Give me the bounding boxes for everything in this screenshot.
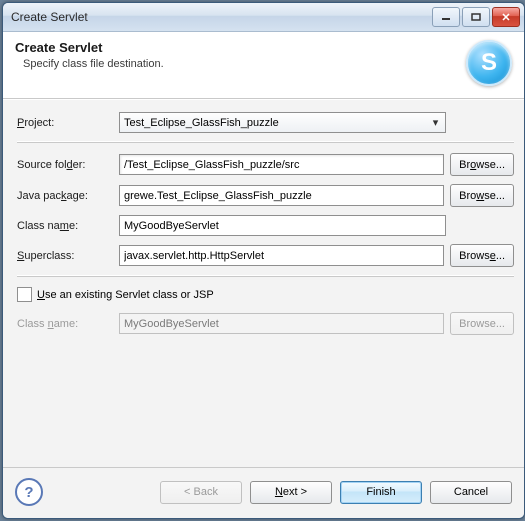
chevron-down-icon: ▾	[428, 115, 443, 130]
form-area: Project: Test_Eclipse_GlassFish_puzzle ▾…	[3, 99, 524, 467]
browse-package-button[interactable]: Browse...	[450, 184, 514, 207]
project-combo[interactable]: Test_Eclipse_GlassFish_puzzle ▾	[119, 112, 446, 133]
maximize-button[interactable]	[462, 7, 490, 27]
use-existing-row[interactable]: Use an existing Servlet class or JSP	[17, 287, 514, 302]
superclass-input[interactable]	[119, 245, 444, 266]
minimize-button[interactable]	[432, 7, 460, 27]
separator	[17, 141, 514, 143]
titlebar[interactable]: Create Servlet ✕	[3, 3, 524, 32]
dialog-window: Create Servlet ✕ Create Servlet Specify …	[2, 2, 525, 519]
java-package-label: Java package:	[17, 190, 119, 202]
footer: ? < Back Next > Finish Cancel	[3, 467, 524, 518]
close-button[interactable]: ✕	[492, 7, 520, 27]
banner-subtext: Specify class file destination.	[23, 58, 466, 70]
class-name-2-input	[119, 313, 444, 334]
class-name-2-label: Class name:	[17, 318, 119, 330]
browse-existing-button: Browse...	[450, 312, 514, 335]
banner: Create Servlet Specify class file destin…	[3, 32, 524, 99]
window-controls: ✕	[432, 7, 520, 27]
back-button: < Back	[160, 481, 242, 504]
project-label: Project:	[17, 117, 119, 129]
separator-2	[17, 275, 514, 277]
next-button[interactable]: Next >	[250, 481, 332, 504]
browse-source-button[interactable]: Browse...	[450, 153, 514, 176]
class-name-label: Class name:	[17, 220, 119, 232]
servlet-icon: S	[466, 40, 512, 86]
class-name-input[interactable]	[119, 215, 446, 236]
browse-superclass-button[interactable]: Browse...	[450, 244, 514, 267]
project-value: Test_Eclipse_GlassFish_puzzle	[124, 117, 279, 129]
superclass-label: Superclass:	[17, 250, 119, 262]
source-folder-label: Source folder:	[17, 159, 119, 171]
cancel-button[interactable]: Cancel	[430, 481, 512, 504]
window-title: Create Servlet	[11, 10, 432, 24]
use-existing-checkbox[interactable]	[17, 287, 32, 302]
finish-button[interactable]: Finish	[340, 481, 422, 504]
banner-heading: Create Servlet	[15, 40, 466, 55]
java-package-input[interactable]	[119, 185, 444, 206]
help-icon[interactable]: ?	[15, 478, 43, 506]
use-existing-label: Use an existing Servlet class or JSP	[37, 289, 214, 301]
source-folder-input[interactable]	[119, 154, 444, 175]
